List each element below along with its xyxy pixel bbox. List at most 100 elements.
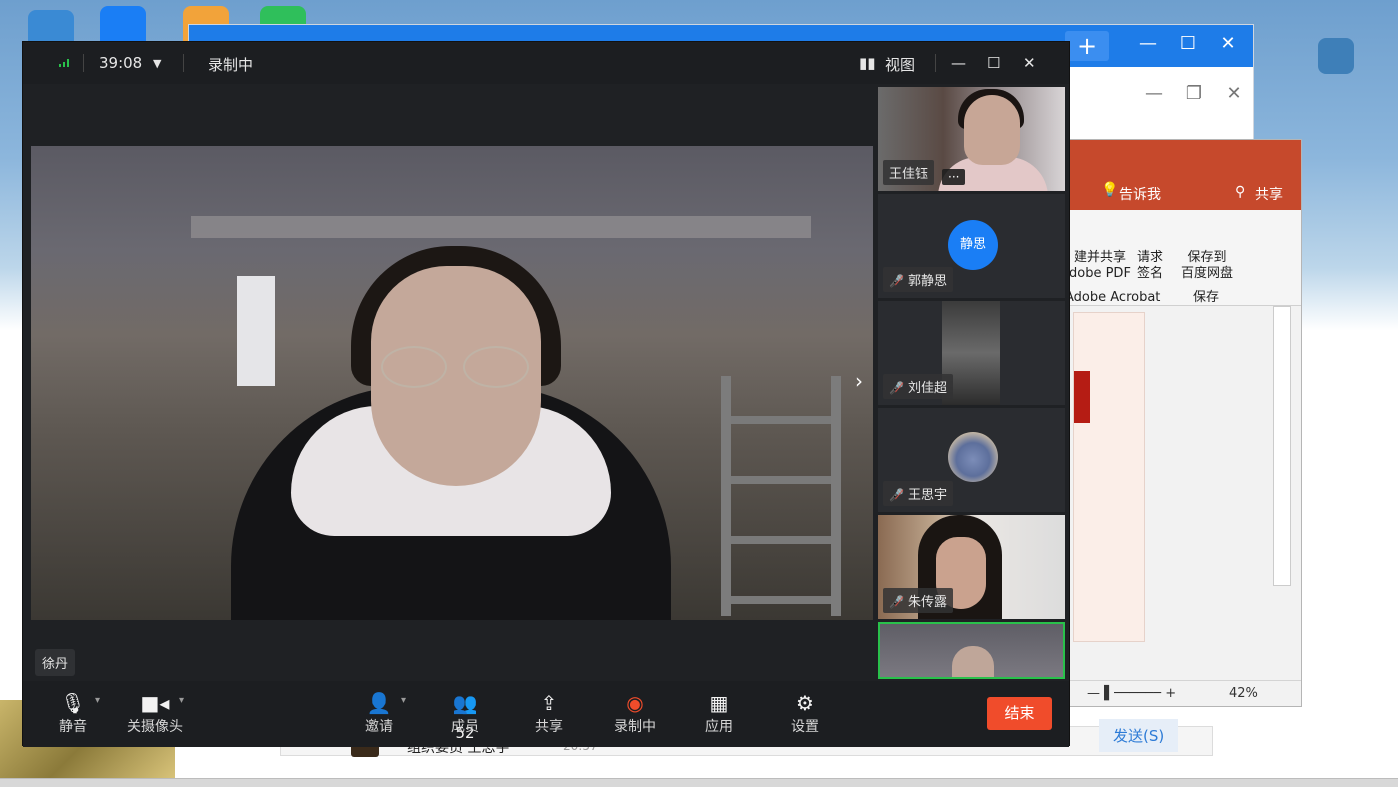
share-menu[interactable]: 共享 [1255,184,1283,204]
video-glasses [381,346,531,390]
share-icon: ⇪ [540,691,558,715]
camera-label: 关摄像头 [127,719,183,735]
minimize-button[interactable]: — [951,54,966,72]
invite-label: 邀请 [365,719,393,735]
mute-label: 静音 [59,719,87,735]
participant-name-text: 王思宇 [907,488,947,503]
mic-muted-icon: 🎤̸ [889,274,904,288]
view-grid-icon[interactable]: ▮▮ [859,54,876,72]
create-share-pdf-button[interactable]: 建并共享 dobe PDF [1069,250,1131,282]
word-statusbar: — ▌────── + 42% [1061,680,1301,706]
close-button[interactable]: ✕ [1023,54,1036,72]
record-icon: ◉ [626,691,644,715]
add-person-icon: 👤 [366,691,392,715]
more-options-button[interactable]: ··· [942,169,966,185]
mic-muted-icon: 🎤̸ [889,488,904,502]
document-red-block [1074,371,1090,423]
new-tab-button[interactable]: + [1065,31,1109,61]
word-window: 💡 告诉我 ⚲ 共享 建并共享 dobe PDF 请求 签名 保存到 百度网盘 … [1060,139,1302,707]
members-icon: 👥 [452,691,478,715]
camera-options-icon[interactable]: ▾ [179,695,184,706]
tell-me-menu[interactable]: 告诉我 [1119,184,1161,204]
desktop-icon-right[interactable] [1318,38,1354,74]
main-video[interactable] [31,146,873,620]
mute-options-icon[interactable]: ▾ [95,695,100,706]
zoom-slider[interactable]: — ▌────── + [1087,686,1176,701]
signal-icon [59,59,71,67]
browser-minimize-button[interactable]: — [1133,33,1163,54]
participant-tile-active[interactable] [878,622,1065,679]
inner-minimize-button[interactable]: — [1139,83,1169,104]
participant-name-text: 郭静思 [907,274,947,289]
meeting-toolbar: 🎙 静音 ▾ ■◂ 关摄像头 ▾ 👤 邀请 ▾ 👥52 成员 ⇪ 共享 ◉ 录制… [23,681,1069,747]
video-bunk [191,216,811,238]
inner-close-button[interactable]: ✕ [1219,83,1249,104]
participant-name: 王佳钰 [883,160,935,185]
share-button[interactable]: ⇪ 共享 [529,689,569,737]
gear-icon: ⚙ [796,691,814,715]
word-menubar: 💡 告诉我 ⚲ 共享 [1061,140,1301,210]
participant-name-text: 刘佳超 [907,381,947,396]
participant-name-text: 朱传露 [907,595,947,610]
browser-close-button[interactable]: ✕ [1213,33,1243,54]
vertical-scrollbar[interactable] [1273,306,1291,586]
time-dropdown-icon[interactable]: ▼ [153,57,161,70]
mic-muted-icon: 🎤̸ [889,595,904,609]
camera-icon: ■◂ [140,691,170,715]
speaker-name-label: 徐丹 [35,649,76,676]
view-button[interactable]: 视图 [885,54,915,75]
apps-label: 应用 [705,719,733,735]
settings-button[interactable]: ⚙ 设置 [785,689,825,737]
avatar [948,432,998,482]
participant-tile[interactable]: 🎤̸ 刘佳超 [878,301,1065,405]
participant-name-muted: 🎤̸ 朱传露 [883,588,953,613]
mute-button[interactable]: 🎙 静音 ▾ [53,689,100,737]
apps-grid-icon: ▦ [709,691,729,715]
members-label: 成员 [451,719,479,735]
participant-name-muted: 🎤̸ 王思宇 [883,481,953,506]
participant-video [880,624,1063,677]
chat-send-button[interactable]: 发送(S) [1099,719,1179,752]
participant-tile[interactable]: 王佳钰 ··· [878,87,1065,191]
recording-status: 录制中 [208,56,254,74]
save-baidu-button[interactable]: 保存到 百度网盘 [1181,250,1233,282]
members-icon-wrap: 👥52 [445,689,485,742]
participant-tile[interactable]: 静思 🎤̸ 郭静思 [878,194,1065,298]
camera-button[interactable]: ■◂ 关摄像头 ▾ [123,689,187,737]
participant-tile[interactable]: 🎤̸ 王思宇 [878,408,1065,512]
share-label: 共享 [535,719,563,735]
meeting-titlebar: 39:08 ▼ 录制中 ▮▮ 视图 — ☐ ✕ [23,42,1069,84]
recording-button[interactable]: ◉ 录制中 [608,689,662,737]
settings-label: 设置 [791,719,819,735]
word-ribbon: 建并共享 dobe PDF 请求 签名 保存到 百度网盘 Adobe Acrob… [1061,210,1301,306]
document-page[interactable] [1073,312,1145,642]
participant-name-muted: 🎤̸ 刘佳超 [883,374,953,399]
elapsed-time: 39:08 [99,54,143,72]
microphone-icon: 🎙 [60,691,86,715]
invite-button[interactable]: 👤 邀请 ▾ [359,689,406,737]
invite-options-icon[interactable]: ▾ [401,695,406,706]
taskbar [0,778,1398,787]
members-button[interactable]: 👥52 成员 [445,689,485,742]
meeting-window: 39:08 ▼ 录制中 ▮▮ 视图 — ☐ ✕ › 徐丹 王佳钰 ··· 静思 … [22,41,1070,747]
avatar: 静思 [948,220,998,270]
apps-button[interactable]: ▦ 应用 [699,689,739,737]
participant-name-muted: 🎤̸ 郭静思 [883,267,953,292]
lightbulb-icon: 💡 [1101,182,1119,198]
maximize-button[interactable]: ☐ [987,54,1000,72]
participant-gallery: 王佳钰 ··· 静思 🎤̸ 郭静思 🎤̸ 刘佳超 🎤̸ 王思宇 🎤̸ 朱传露 [878,87,1068,679]
browser-maximize-button[interactable]: ☐ [1173,33,1203,54]
ribbon-group-acrobat: Adobe Acrobat [1065,290,1161,305]
zoom-level: 42% [1229,686,1258,701]
mic-muted-icon: 🎤̸ [889,381,904,395]
recording-label: 录制中 [614,719,656,735]
inner-restore-button[interactable]: ❐ [1179,83,1209,104]
person-icon: ⚲ [1235,184,1246,200]
video-ladder [721,376,841,616]
end-meeting-button[interactable]: 结束 [987,697,1052,730]
chevron-right-icon[interactable]: › [855,369,863,393]
participant-tile[interactable]: 🎤̸ 朱传露 [878,515,1065,619]
request-sign-button[interactable]: 请求 签名 [1137,250,1163,282]
ribbon-group-save: 保存 [1193,290,1220,305]
video-towel [237,276,275,386]
